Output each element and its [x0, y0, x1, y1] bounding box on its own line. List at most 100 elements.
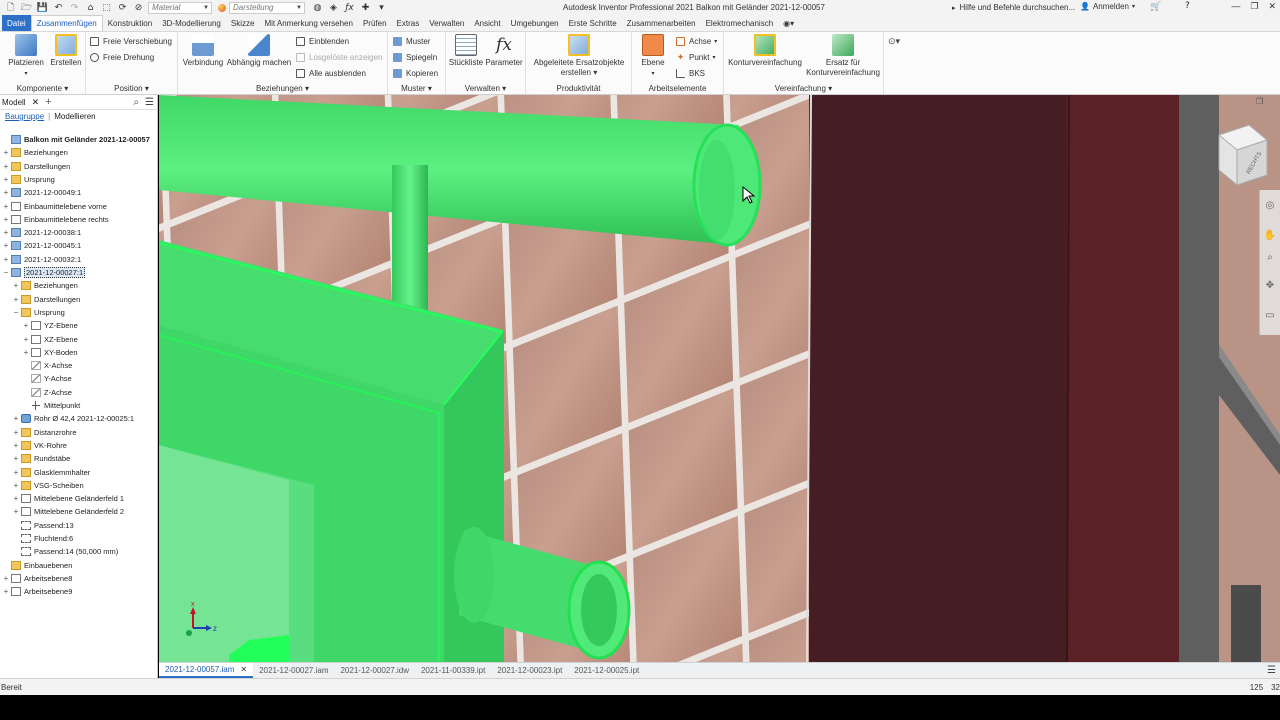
expand-toggle-icon[interactable]: +	[2, 241, 10, 250]
zoom-icon[interactable]: ⌕	[1263, 250, 1277, 264]
place-button[interactable]: Platzieren ▾	[6, 34, 46, 79]
fx-icon[interactable]: ƒx	[343, 2, 356, 14]
tab-inspect[interactable]: Prüfen	[358, 15, 392, 31]
doc-tab[interactable]: 2021-12-00023.ipt	[491, 663, 568, 678]
shrinkwrap-substitute-button[interactable]: Ersatz für Konturvereinfachung	[804, 34, 882, 78]
graphics-viewport[interactable]: x z RECHTS ◎ ✋ ⌕ ✥ ▭ ❐	[159, 95, 1280, 662]
tab-file[interactable]: Datei	[2, 15, 31, 31]
tree-node[interactable]: + Mittelebene Geländerfeld 2	[12, 505, 124, 518]
tree-node[interactable]: X-Achse	[22, 359, 72, 372]
bom-button[interactable]: Stückliste	[448, 34, 484, 68]
expand-toggle-icon[interactable]: +	[2, 228, 10, 237]
tab-assemble[interactable]: Zusammenfügen	[30, 15, 103, 31]
expand-toggle-icon[interactable]: +	[2, 148, 10, 157]
home-icon[interactable]: ⌂	[84, 2, 97, 14]
constrain-button[interactable]: Abhängig machen	[226, 34, 292, 68]
tree-node[interactable]: + VK-Rohre	[12, 439, 67, 452]
add-browser-icon[interactable]: +	[45, 96, 51, 108]
expand-toggle-icon[interactable]: +	[2, 162, 10, 171]
subtab-assembly[interactable]: Baugruppe	[5, 112, 44, 121]
orbit-icon[interactable]: ✥	[1263, 278, 1277, 292]
save-icon[interactable]: 💾	[36, 2, 49, 14]
material-select[interactable]: Material ▼	[148, 1, 212, 14]
restore-icon[interactable]: ❐	[1250, 1, 1258, 12]
minimize-icon[interactable]: —	[1231, 1, 1240, 12]
tree-node[interactable]: Balkon mit Geländer 2021-12-00057	[2, 133, 150, 146]
tree-node[interactable]: + Darstellungen	[2, 160, 70, 173]
tree-node[interactable]: + YZ-Ebene	[22, 319, 78, 332]
new-file-icon[interactable]: 🗋	[4, 2, 17, 14]
free-rotate-button[interactable]: Freie Drehung	[90, 53, 154, 62]
group-label-relationships[interactable]: Beziehungen ▾	[178, 84, 387, 93]
joint-button[interactable]: Verbindung	[180, 34, 226, 68]
expand-toggle-icon[interactable]: −	[12, 308, 20, 317]
tree-node[interactable]: + XZ-Ebene	[22, 333, 78, 346]
doc-tab[interactable]: 2021-11-00339.ipt	[415, 663, 491, 678]
doc-tab[interactable]: 2021-12-00027.iam	[253, 663, 334, 678]
tree-node[interactable]: + Einbaumittelebene rechts	[2, 213, 109, 226]
close-browser-icon[interactable]: ✕	[32, 97, 40, 108]
doc-tab[interactable]: 2021-12-00025.ipt	[568, 663, 645, 678]
expand-toggle-icon[interactable]: +	[2, 574, 10, 583]
tab-get-started[interactable]: Erste Schritte	[564, 15, 622, 31]
sign-in-button[interactable]: 👤 Anmelden ▾	[1080, 2, 1135, 11]
ucs-button[interactable]: BKS	[676, 69, 705, 78]
tree-node[interactable]: + VSG-Scheiben	[12, 479, 84, 492]
expand-toggle-icon[interactable]: +	[12, 295, 20, 304]
tree-node[interactable]: Einbauebenen	[2, 559, 72, 572]
group-label-simplification[interactable]: Vereinfachung ▾	[724, 84, 883, 93]
expand-toggle-icon[interactable]: +	[12, 281, 20, 290]
expand-toggle-icon[interactable]: +	[12, 481, 20, 490]
expand-toggle-icon[interactable]: −	[2, 268, 10, 277]
tab-manage[interactable]: Verwalten	[424, 15, 469, 31]
viewport-maximize-icon[interactable]: ❐	[1256, 97, 1263, 106]
shrinkwrap-button[interactable]: Konturvereinfachung	[726, 34, 804, 68]
expand-toggle-icon[interactable]: +	[12, 494, 20, 503]
tab-environments[interactable]: Umgebungen	[506, 15, 564, 31]
steering-wheel-icon[interactable]: ◎	[1263, 198, 1277, 212]
clear-icon[interactable]: ◈	[327, 2, 340, 14]
expand-toggle-icon[interactable]: +	[22, 321, 30, 330]
expand-toggle-icon[interactable]: +	[12, 468, 20, 477]
tree-node[interactable]: + Ursprung	[2, 173, 55, 186]
tree-node[interactable]: − Ursprung	[12, 306, 65, 319]
tree-node[interactable]: + Einbaumittelebene vorne	[2, 200, 107, 213]
group-label-component[interactable]: Komponente ▾	[0, 84, 85, 93]
expand-toggle-icon[interactable]: +	[2, 255, 10, 264]
free-move-button[interactable]: Freie Verschiebung	[90, 37, 172, 46]
subtab-modeling[interactable]: Modellieren	[54, 112, 95, 121]
expand-toggle-icon[interactable]: +	[2, 175, 10, 184]
ribbon-options-icon[interactable]: ⊙▾	[888, 36, 900, 47]
tree-node[interactable]: + Distanzrohre	[12, 426, 77, 439]
tree-node[interactable]: + Mittelebene Geländerfeld 1	[12, 492, 124, 505]
mirror-button[interactable]: Spiegeln	[393, 53, 437, 62]
no-material-icon[interactable]: ⊘	[132, 2, 145, 14]
tree-node[interactable]: + Arbeitsebene9	[2, 585, 72, 598]
close-icon[interactable]: ✕	[1268, 1, 1276, 12]
redo-icon[interactable]: ↷	[68, 2, 81, 14]
tree-node[interactable]: +2021-12-00045:1	[2, 239, 81, 252]
tree-node[interactable]: + Beziehungen	[2, 146, 68, 159]
tree-node[interactable]: +2021-12-00049:1	[2, 186, 81, 199]
plus-icon[interactable]: ✚	[359, 2, 372, 14]
tab-annotate[interactable]: Mit Anmerkung versehen	[259, 15, 358, 31]
expand-toggle-icon[interactable]: +	[2, 587, 10, 596]
tab-3d-model[interactable]: 3D-Modellierung	[157, 15, 226, 31]
expand-toggle-icon[interactable]: +	[12, 454, 20, 463]
tree-node[interactable]: + Beziehungen	[12, 279, 78, 292]
viewcube[interactable]: RECHTS	[1217, 124, 1269, 186]
tree-node[interactable]: Passend:14 (50,000 mm)	[12, 545, 118, 558]
tree-node[interactable]: − 2021-12-00027:1	[2, 266, 86, 279]
qa-dropdown-icon[interactable]: ▾	[375, 2, 388, 14]
help-icon[interactable]: ?	[1185, 1, 1190, 11]
show-sick-button[interactable]: Losgelöste anzeigen	[296, 53, 382, 62]
expand-toggle-icon[interactable]: +	[12, 428, 20, 437]
undo-icon[interactable]: ↶	[52, 2, 65, 14]
doc-tabs-menu-icon[interactable]: ☰	[1267, 665, 1276, 676]
expand-toggle-icon[interactable]: +	[2, 202, 10, 211]
hide-all-button[interactable]: Alle ausblenden	[296, 69, 366, 78]
tree-node[interactable]: Mittelpunkt	[22, 399, 80, 412]
tree-node[interactable]: Z-Achse	[22, 386, 72, 399]
tree-node[interactable]: Passend:13	[12, 519, 74, 532]
tree-node[interactable]: Y-Achse	[22, 372, 72, 385]
